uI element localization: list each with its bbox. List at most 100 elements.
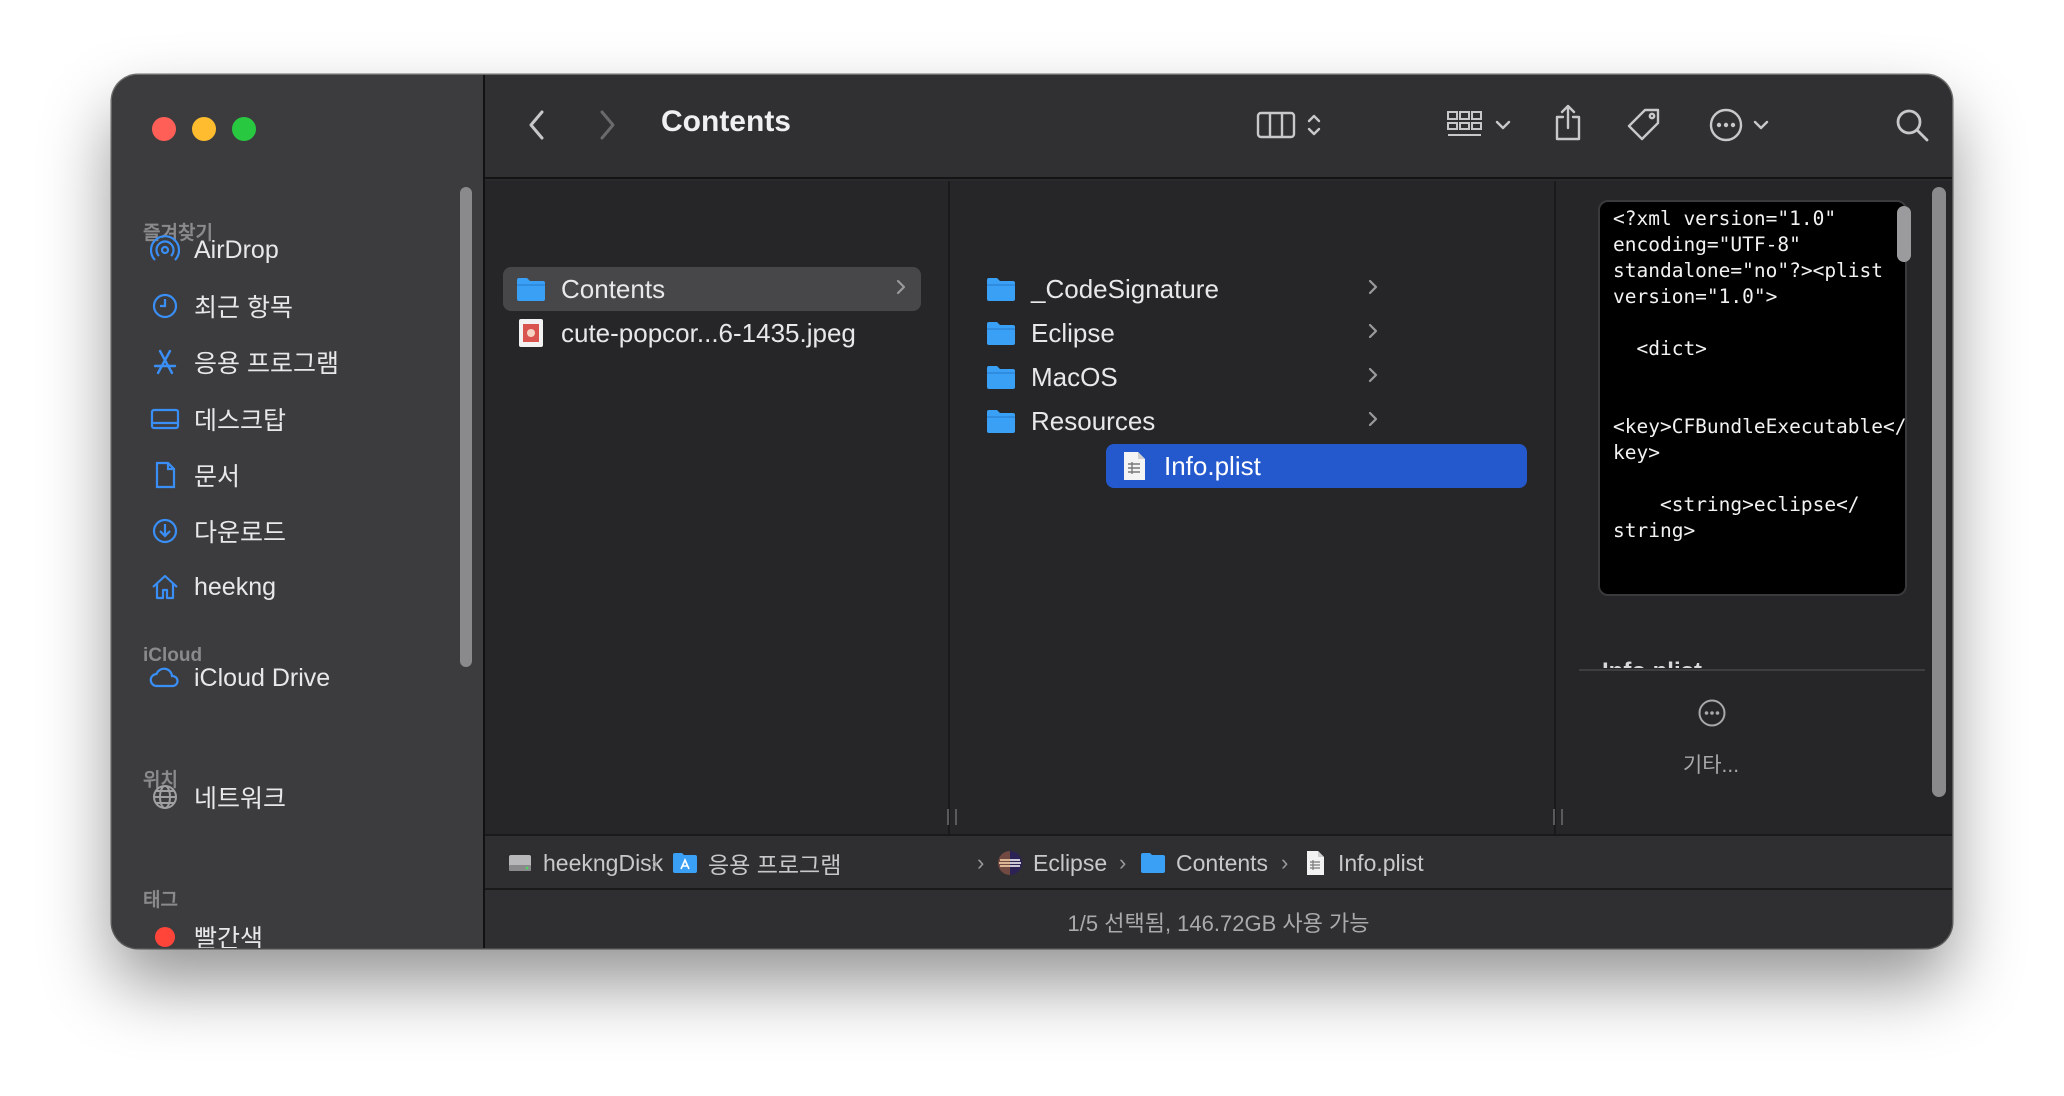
image-file-icon <box>515 317 547 349</box>
toolbar: Contents <box>485 75 1952 179</box>
back-button[interactable] <box>519 109 555 145</box>
column-divider[interactable] <box>948 181 950 834</box>
desktop-icon <box>148 402 182 436</box>
sidebar-item-network[interactable]: 네트워크 <box>148 775 458 819</box>
browser-scrollbar[interactable] <box>1932 187 1946 797</box>
sidebar-item-label: iCloud Drive <box>194 663 331 692</box>
path-crumb-contents[interactable]: Contents <box>1140 848 1268 878</box>
item-name: Eclipse <box>1031 317 1115 348</box>
zoom-window-button[interactable] <box>232 117 256 141</box>
crumb-label: Info.plist <box>1338 849 1424 876</box>
chevron-down-icon <box>1752 118 1770 137</box>
sidebar-item-label: 최근 항목 <box>194 294 293 322</box>
list-item-eclipse[interactable]: Eclipse <box>973 311 1393 355</box>
column-resize-handle[interactable] <box>1553 809 1563 825</box>
sidebar-item-label: 네트워크 <box>194 785 287 813</box>
sidebar-item-applications[interactable]: 응용 프로그램 <box>148 340 458 384</box>
red-tag-dot <box>148 920 182 948</box>
search-button[interactable] <box>1890 105 1934 149</box>
clock-icon <box>148 289 182 323</box>
forward-button[interactable] <box>589 109 625 145</box>
sidebar-item-icloud-drive[interactable]: iCloud Drive <box>148 656 458 700</box>
chevron-right-icon <box>597 109 617 146</box>
chevron-right-icon <box>1367 321 1379 347</box>
list-item-macos[interactable]: MacOS <box>973 355 1393 399</box>
sidebar-item-label: heekng <box>194 572 277 601</box>
sidebar-item-recents[interactable]: 최근 항목 <box>148 284 458 328</box>
share-button[interactable] <box>1546 101 1590 149</box>
search-icon <box>1894 107 1930 148</box>
view-mode-button[interactable] <box>1249 107 1329 147</box>
airdrop-icon <box>148 233 182 267</box>
folder-icon <box>985 273 1017 305</box>
sidebar-item-airdrop[interactable]: AirDrop <box>148 228 458 272</box>
action-menu-button[interactable] <box>1701 105 1777 149</box>
item-name: Resources <box>1031 405 1156 436</box>
sidebar-item-label: 빨간색 <box>194 925 264 948</box>
path-crumb-disk[interactable]: heekngDisk <box>507 848 663 878</box>
preview-filename: Info.plist <box>1602 658 1702 668</box>
status-bar: 1/5 선택됨, 146.72GB 사용 가능 <box>485 890 1952 948</box>
window-title: Contents <box>661 105 791 138</box>
eclipse-app-icon <box>997 850 1023 876</box>
preview-scrollbar[interactable] <box>1897 206 1911 262</box>
item-name: Contents <box>561 273 666 304</box>
file-icon <box>1302 850 1328 876</box>
sidebar-item-desktop[interactable]: 데스크탑 <box>148 397 458 441</box>
ellipsis-circle-icon <box>1697 698 1727 733</box>
crumb-label: Contents <box>1176 849 1269 876</box>
chevron-right-icon <box>895 277 907 303</box>
sidebar: 즐겨찾기 AirDrop 최근 항목 응용 프로그램 데스크탑 문서 다운로드 … <box>112 75 483 948</box>
more-label[interactable]: 기타... <box>1651 749 1771 779</box>
folder-icon <box>985 317 1017 349</box>
file-preview[interactable]: <?xml version="1.0" encoding="UTF-8" sta… <box>1598 200 1907 596</box>
chevron-right-icon: › <box>977 850 985 875</box>
minimize-window-button[interactable] <box>192 117 216 141</box>
tag-button[interactable] <box>1622 105 1666 149</box>
applications-folder-icon <box>672 850 698 876</box>
close-window-button[interactable] <box>152 117 176 141</box>
applications-icon <box>148 345 182 379</box>
group-button[interactable] <box>1439 107 1519 147</box>
crumb-label: heekngDisk <box>543 849 664 876</box>
item-name: _CodeSignature <box>1031 273 1219 304</box>
list-item-resources[interactable]: Resources <box>973 399 1393 443</box>
sidebar-item-home[interactable]: heekng <box>148 565 458 609</box>
chevron-right-icon <box>1367 409 1379 435</box>
crumb-label: Eclipse <box>1033 849 1108 876</box>
sidebar-item-label: 데스크탑 <box>194 407 287 435</box>
chevron-right-icon <box>1367 277 1379 303</box>
column-divider[interactable] <box>1554 181 1556 834</box>
more-button[interactable] <box>1697 698 1727 733</box>
path-crumb-info-plist[interactable]: Info.plist <box>1302 848 1424 878</box>
list-item-jpeg[interactable]: cute-popcor...6-1435.jpeg <box>503 311 921 355</box>
chevron-down-icon <box>1494 118 1512 137</box>
sidebar-item-label: 다운로드 <box>194 519 287 547</box>
divider <box>1579 669 1925 671</box>
column-view-icon <box>1256 109 1296 146</box>
list-item-codesignature[interactable]: _CodeSignature <box>973 267 1393 311</box>
path-crumb-applications[interactable]: 응용 프로그램 <box>672 848 841 878</box>
document-icon <box>148 458 182 492</box>
sidebar-scrollbar[interactable] <box>460 187 472 667</box>
column-resize-handle[interactable] <box>947 809 957 825</box>
folder-icon <box>985 405 1017 437</box>
home-icon <box>148 570 182 604</box>
tag-icon <box>1625 106 1663 149</box>
group-grid-icon <box>1446 109 1484 146</box>
path-crumb-eclipse[interactable]: Eclipse <box>997 848 1107 878</box>
status-text: 1/5 선택됨, 146.72GB 사용 가능 <box>1067 911 1370 936</box>
sidebar-item-downloads[interactable]: 다운로드 <box>148 509 458 553</box>
sidebar-item-tag-red[interactable]: 빨간색 <box>148 915 458 948</box>
ellipsis-circle-icon <box>1708 107 1744 148</box>
sidebar-item-documents[interactable]: 문서 <box>148 453 458 497</box>
list-item-info-plist[interactable]: Info.plist <box>1106 444 1527 488</box>
disk-icon <box>507 850 533 876</box>
item-name: MacOS <box>1031 361 1118 392</box>
list-item-contents[interactable]: Contents <box>503 267 921 311</box>
chevron-updown-icon <box>1306 110 1322 145</box>
item-name: Info.plist <box>1164 450 1261 481</box>
chevron-right-icon <box>1367 365 1379 391</box>
chevron-left-icon <box>527 109 547 146</box>
column-browser: Contents cute-popcor...6-1435.jpeg _Code… <box>485 181 1952 834</box>
